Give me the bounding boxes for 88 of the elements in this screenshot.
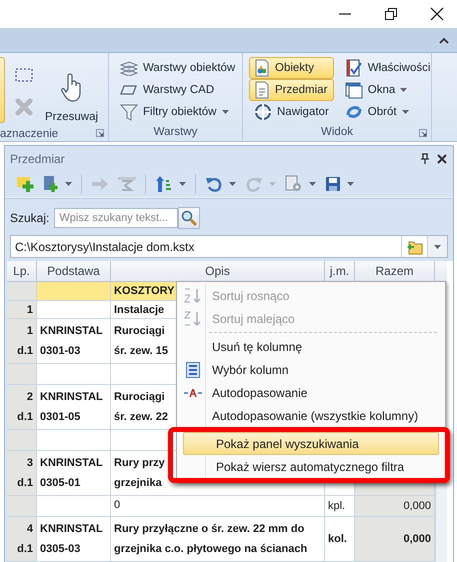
table-cell: kpl. bbox=[325, 496, 355, 517]
selection-icon bbox=[15, 68, 33, 82]
table-cell: 2 d.1 bbox=[7, 385, 37, 430]
folder-icon bbox=[406, 238, 424, 254]
ribbon-button[interactable]: Przesuwaj bbox=[42, 71, 102, 125]
arrow-icon bbox=[91, 177, 109, 192]
table-cell bbox=[7, 364, 37, 385]
search-label: Szukaj: bbox=[10, 211, 50, 225]
ribbon-button[interactable]: Obiekty bbox=[249, 57, 334, 79]
pin-icon[interactable] bbox=[421, 153, 429, 164]
table-cell: 4 d.1 bbox=[7, 517, 37, 562]
dropdown-button[interactable] bbox=[427, 236, 447, 257]
table-cell: 1 d.1 bbox=[7, 319, 37, 364]
windows-icon bbox=[344, 81, 363, 99]
search-field[interactable]: Wpisz szukany tekst... bbox=[54, 208, 178, 228]
undo-icon bbox=[205, 176, 223, 192]
caret-icon bbox=[269, 182, 276, 186]
hand-icon bbox=[60, 73, 83, 103]
caret-icon bbox=[347, 182, 354, 186]
group-label: Widok bbox=[320, 125, 354, 140]
caret-icon bbox=[222, 110, 228, 114]
ribbon-button[interactable]: Obrót bbox=[340, 101, 436, 123]
ribbon-button[interactable]: Okna bbox=[340, 79, 436, 101]
new-document-icon bbox=[43, 175, 59, 194]
funnel-icon bbox=[120, 103, 138, 121]
levels-icon bbox=[155, 175, 173, 194]
caret-icon bbox=[434, 244, 441, 248]
table-cell bbox=[7, 430, 37, 451]
table-cell: KNRINSTAL 0305-01 bbox=[37, 451, 111, 496]
restore-icon[interactable] bbox=[383, 6, 399, 22]
group-label: aznaczenie bbox=[0, 127, 60, 142]
caret-icon bbox=[65, 182, 72, 186]
ribbon-button[interactable]: Nawigator bbox=[249, 101, 334, 123]
header-corner bbox=[435, 261, 447, 282]
document-icon bbox=[254, 81, 270, 99]
table-cell: KNRINSTAL 0301-05 bbox=[37, 385, 111, 430]
table-cell: 0,000 bbox=[355, 517, 435, 562]
ribbon-button[interactable]: Filtry obiektów bbox=[115, 101, 240, 123]
ribbon-button[interactable]: Przedmiar bbox=[249, 79, 334, 101]
table-cell: kol. bbox=[325, 517, 355, 562]
redo-icon bbox=[245, 176, 263, 192]
column-header[interactable]: Podstawa bbox=[37, 261, 111, 282]
list-icon bbox=[186, 362, 200, 378]
compass-icon bbox=[254, 103, 272, 121]
caret-icon bbox=[402, 110, 409, 114]
caret-icon bbox=[229, 182, 236, 186]
column-header[interactable]: Opis bbox=[111, 261, 325, 282]
sort-descending-icon bbox=[184, 310, 202, 326]
layers-icon bbox=[120, 60, 138, 76]
ribbon-button[interactable]: Warstwy obiektów bbox=[115, 57, 240, 79]
search-button[interactable] bbox=[178, 207, 200, 229]
table-cell: 3 d.1 bbox=[7, 451, 37, 496]
search-icon bbox=[181, 210, 198, 226]
document-icon bbox=[254, 59, 270, 77]
add-icon bbox=[16, 175, 34, 194]
table-cell: KNRINSTAL 0305-03 bbox=[37, 517, 111, 562]
column-header[interactable]: j.m. bbox=[325, 261, 355, 282]
table-cell bbox=[7, 496, 37, 517]
settings-icon bbox=[285, 175, 303, 194]
table-cell: Rury przyłączne o śr. zew. 22 mm do grzejnika c.o. płytowego na ścianach bbox=[111, 517, 325, 562]
menu-item[interactable]: Pokaż panel wyszukiwania bbox=[183, 432, 439, 455]
dialog-launcher-icon[interactable] bbox=[419, 129, 427, 137]
caret-icon bbox=[400, 88, 408, 92]
table-cell: KNRINSTAL 0301-03 bbox=[37, 319, 111, 364]
column-header[interactable]: Lp. bbox=[7, 261, 37, 282]
table-cell: 0 bbox=[111, 496, 325, 517]
sort-ascending-icon bbox=[184, 288, 202, 304]
table-cell: 0,000 bbox=[355, 496, 435, 517]
sigma-icon bbox=[118, 177, 136, 192]
rotate-icon bbox=[344, 103, 363, 121]
table-cell: 1 bbox=[7, 301, 37, 319]
panel-title: Przedmiar bbox=[10, 152, 66, 166]
caret-icon bbox=[309, 182, 316, 186]
delete-icon bbox=[15, 98, 33, 116]
dialog-launcher-icon[interactable] bbox=[96, 129, 104, 137]
ribbon-button[interactable]: Właściwości bbox=[340, 57, 436, 79]
save-icon bbox=[325, 176, 341, 192]
ribbon-button[interactable]: Warstwy CAD bbox=[115, 79, 240, 101]
table-cell bbox=[7, 282, 37, 301]
autofit-icon bbox=[184, 388, 202, 396]
close-icon[interactable] bbox=[437, 154, 447, 164]
column-header[interactable]: Razem bbox=[355, 261, 435, 282]
caret-icon bbox=[179, 182, 186, 186]
close-icon[interactable] bbox=[429, 6, 445, 22]
group-label: Warstwy bbox=[152, 125, 198, 140]
file-path-field[interactable]: C:\Kosztorysy\Instalacje dom.kstx bbox=[10, 235, 448, 258]
collapse-ribbon-icon[interactable] bbox=[439, 36, 449, 44]
properties-icon bbox=[344, 59, 363, 77]
